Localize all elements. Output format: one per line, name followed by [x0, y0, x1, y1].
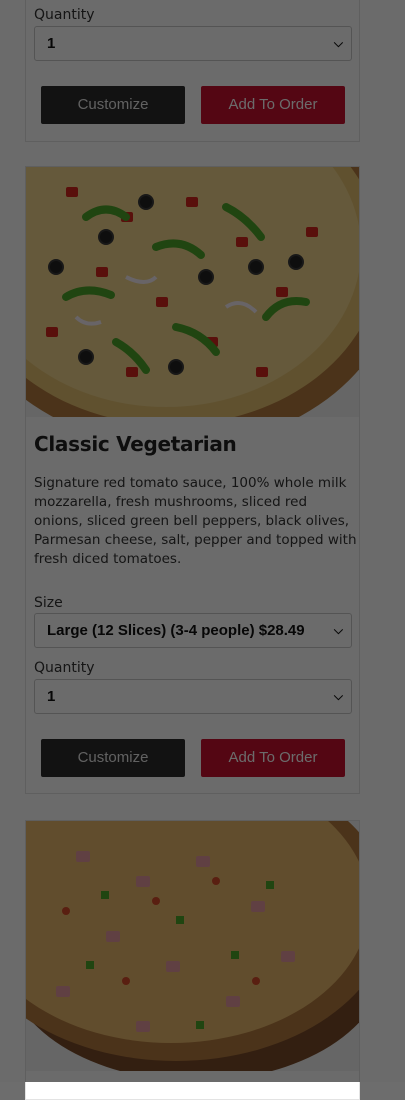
- quantity-label: Quantity: [34, 660, 95, 676]
- menu-page: Quantity 1 ⌵ Customize Add To Order Clas…: [0, 0, 405, 1100]
- quantity-select[interactable]: 1 ⌵: [34, 26, 352, 61]
- pizza-vegetarian-illustration: [26, 167, 359, 417]
- menu-item-card: [25, 820, 360, 1100]
- quantity-select-value: 1: [47, 35, 56, 52]
- quantity-select-value: 1: [47, 688, 56, 705]
- item-title: Classic Vegetarian: [34, 432, 237, 456]
- pizza-image[interactable]: [26, 167, 359, 417]
- pizza-meat-illustration: [26, 821, 359, 1071]
- pizza-image[interactable]: [26, 821, 359, 1071]
- add-to-order-button[interactable]: Add To Order: [201, 739, 345, 777]
- add-to-order-button[interactable]: Add To Order: [201, 86, 345, 124]
- menu-item-card: Classic Vegetarian Signature red tomato …: [25, 166, 360, 794]
- customize-button[interactable]: Customize: [41, 86, 185, 124]
- chevron-down-icon: ⌵: [333, 623, 343, 637]
- chevron-down-icon: ⌵: [333, 689, 343, 703]
- size-label: Size: [34, 595, 63, 611]
- item-description: Signature red tomato sauce, 100% whole m…: [34, 475, 357, 567]
- size-select-value: Large (12 Slices) (3-4 people) $28.49: [47, 622, 305, 639]
- customize-button[interactable]: Customize: [41, 739, 185, 777]
- menu-item-card: Quantity 1 ⌵ Customize Add To Order: [25, 0, 360, 142]
- quantity-label: Quantity: [34, 7, 95, 23]
- chevron-down-icon: ⌵: [333, 36, 343, 50]
- quantity-select[interactable]: 1 ⌵: [34, 679, 352, 714]
- size-select[interactable]: Large (12 Slices) (3-4 people) $28.49 ⌵: [34, 613, 352, 648]
